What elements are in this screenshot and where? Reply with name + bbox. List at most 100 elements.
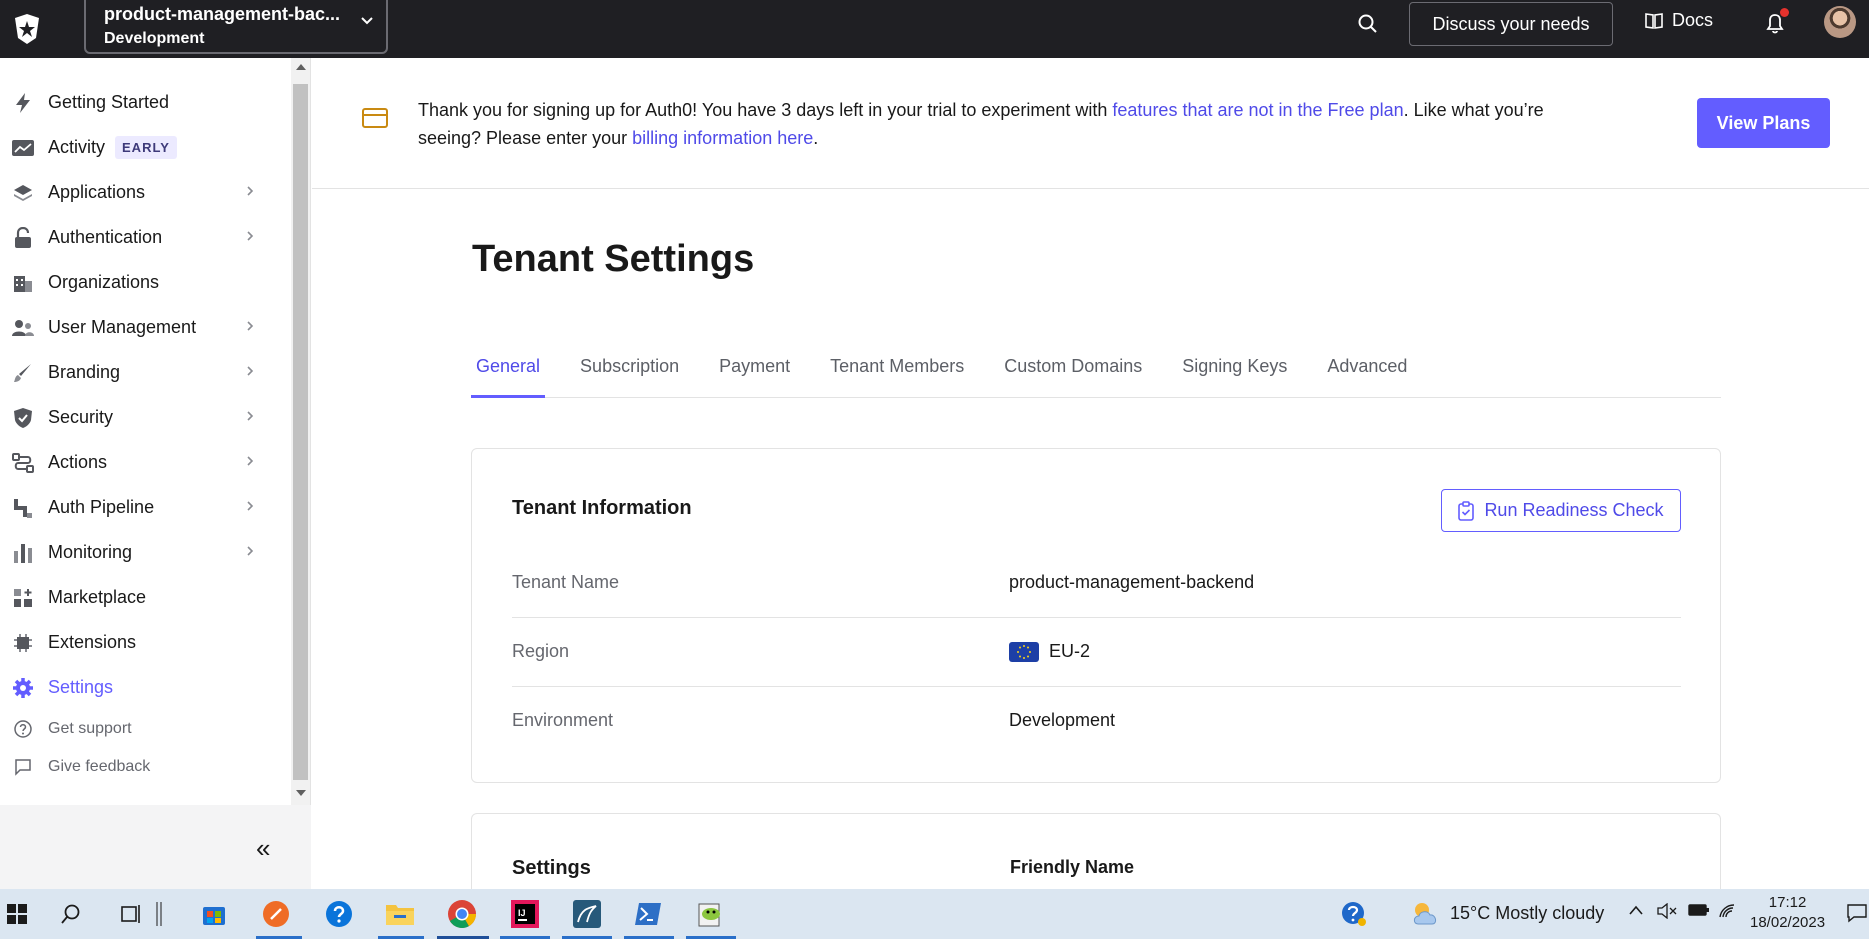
chevron-down-icon — [361, 17, 373, 25]
tray-chevron-up-icon[interactable] — [1628, 903, 1644, 921]
row-label: Region — [512, 641, 570, 661]
taskbar-search-icon[interactable] — [54, 897, 88, 931]
chart-line-icon — [12, 137, 34, 159]
sidebar-item-extensions[interactable]: Extensions — [0, 620, 290, 665]
avatar[interactable] — [1824, 6, 1856, 38]
weather-widget[interactable]: 15°C Mostly cloudy — [1410, 900, 1604, 926]
sidebar-item-branding[interactable]: Branding — [0, 350, 290, 395]
sidebar: Getting Started Activity EARLY Applicati… — [0, 58, 311, 889]
grid-plus-icon — [12, 587, 34, 609]
tab-custom-domains[interactable]: Custom Domains — [999, 350, 1147, 398]
tab-payment[interactable]: Payment — [714, 350, 795, 398]
sidebar-scrollbar[interactable] — [291, 58, 310, 805]
layers-icon — [12, 182, 34, 204]
sidebar-item-authentication[interactable]: Authentication — [0, 215, 290, 260]
intellij-icon[interactable]: IJ — [508, 897, 542, 931]
notification-center-icon[interactable] — [1846, 903, 1868, 928]
postman-icon[interactable] — [259, 897, 293, 931]
sidebar-item-actions[interactable]: Actions — [0, 440, 290, 485]
book-icon — [1645, 12, 1663, 29]
store-icon[interactable] — [197, 897, 231, 931]
row-label: Environment — [512, 710, 614, 730]
tab-subscription[interactable]: Subscription — [575, 350, 684, 398]
chevron-right-icon — [247, 411, 254, 421]
search-icon[interactable] — [1356, 12, 1380, 36]
windows-start-icon[interactable] — [0, 897, 34, 931]
sidebar-item-label: Marketplace — [48, 587, 147, 607]
help-tray-icon[interactable] — [1337, 897, 1371, 931]
tenant-switcher[interactable]: product-management-bac... Development — [84, 0, 388, 54]
sidebar-item-auth-pipeline[interactable]: Auth Pipeline — [0, 485, 290, 530]
info-row-region: Region EU-2 — [512, 618, 1681, 687]
card-title: Settings — [512, 857, 591, 879]
sidebar-item-security[interactable]: Security — [0, 395, 290, 440]
tab-advanced[interactable]: Advanced — [1322, 350, 1412, 398]
get-support-link[interactable]: Get support — [0, 710, 290, 748]
sidebar-item-applications[interactable]: Applications — [0, 170, 290, 215]
card-title: Tenant Information — [512, 497, 692, 519]
tab-signing-keys[interactable]: Signing Keys — [1177, 350, 1292, 398]
bar-chart-icon — [12, 542, 34, 564]
file-explorer-icon[interactable] — [383, 897, 417, 931]
message-icon — [12, 756, 34, 778]
settings-tabs: General Subscription Payment Tenant Memb… — [471, 350, 1721, 398]
system-clock[interactable]: 17:12 18/02/2023 — [1750, 893, 1825, 933]
help-app-icon[interactable] — [322, 897, 356, 931]
billing-link[interactable]: billing information here — [632, 128, 813, 148]
mysql-workbench-icon[interactable] — [570, 897, 604, 931]
sidebar-item-label: Monitoring — [48, 542, 133, 562]
friendly-name-label: Friendly Name — [1010, 857, 1135, 877]
sidebar-item-user-management[interactable]: User Management — [0, 305, 290, 350]
docs-label: Docs — [1672, 10, 1714, 30]
collapse-sidebar-button[interactable]: « — [256, 833, 270, 864]
sidebar-footer: « — [0, 805, 311, 889]
sidebar-item-marketplace[interactable]: Marketplace — [0, 575, 290, 620]
eu-flag-icon — [1009, 641, 1039, 662]
tenant-environment: Development — [104, 30, 205, 47]
sidebar-item-label: Applications — [48, 182, 146, 202]
notepad-plus-icon[interactable] — [693, 897, 727, 931]
chevron-right-icon — [247, 231, 254, 241]
view-plans-button[interactable]: View Plans — [1697, 98, 1830, 148]
scroll-down-arrow[interactable] — [296, 790, 306, 796]
weather-text: 15°C Mostly cloudy — [1450, 902, 1605, 923]
scroll-up-arrow[interactable] — [296, 64, 306, 70]
banner-text-part: Thank you for signing up for Auth0! You … — [418, 100, 1113, 120]
early-badge: EARLY — [115, 136, 177, 159]
scroll-thumb[interactable] — [293, 84, 308, 780]
discuss-needs-button[interactable]: Discuss your needs — [1409, 2, 1613, 46]
info-row-tenant-name: Tenant Name product-management-backend — [512, 549, 1681, 618]
tab-general[interactable]: General — [471, 350, 546, 398]
docs-link[interactable]: Docs — [1644, 10, 1713, 31]
auth0-logo-icon[interactable] — [4, 6, 50, 52]
sidebar-item-settings[interactable]: Settings — [0, 665, 290, 710]
page-title: Tenant Settings — [472, 238, 755, 280]
features-link[interactable]: features that are not in the Free plan — [1112, 100, 1403, 120]
top-bar: product-management-bac... Development Di… — [0, 0, 1869, 58]
environment-value: Development — [1009, 710, 1116, 730]
powershell-icon[interactable] — [631, 897, 665, 931]
speaker-muted-icon[interactable] — [1657, 902, 1677, 924]
wifi-icon[interactable] — [1718, 903, 1738, 924]
readiness-label: Run Readiness Check — [1484, 500, 1664, 520]
lock-icon — [12, 226, 34, 249]
give-feedback-link[interactable]: Give feedback — [0, 748, 290, 786]
sidebar-item-activity[interactable]: Activity EARLY — [0, 125, 290, 170]
users-icon — [12, 317, 34, 339]
task-view-icon[interactable] — [114, 897, 148, 931]
clock-time: 17:12 — [1768, 894, 1807, 911]
row-value: Development — [1009, 710, 1115, 731]
sidebar-item-label: Settings — [48, 677, 114, 697]
tab-tenant-members[interactable]: Tenant Members — [825, 350, 969, 398]
sidebar-item-getting-started[interactable]: Getting Started — [0, 80, 290, 125]
run-readiness-check-button[interactable]: Run Readiness Check — [1441, 489, 1681, 532]
battery-icon[interactable] — [1688, 903, 1710, 922]
sidebar-item-monitoring[interactable]: Monitoring — [0, 530, 290, 575]
info-row-environment: Environment Development — [512, 687, 1681, 756]
chip-icon — [12, 632, 34, 654]
sidebar-item-organizations[interactable]: Organizations — [0, 260, 290, 305]
give-feedback-label: Give feedback — [48, 758, 151, 775]
windows-taskbar: IJ 15°C Mostly cloudy 17:12 18/02/2023 — [0, 889, 1869, 939]
bolt-icon — [12, 92, 34, 114]
chrome-icon[interactable] — [445, 897, 479, 931]
